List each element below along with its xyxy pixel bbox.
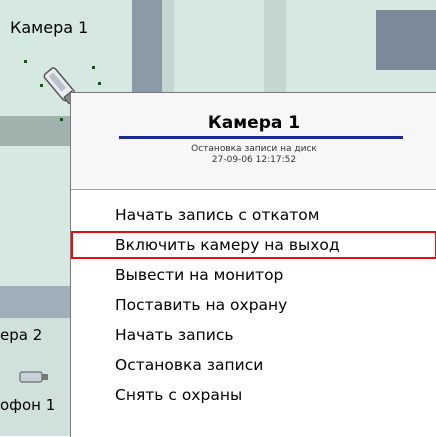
map-dot xyxy=(98,82,101,85)
camera-context-menu[interactable]: Камера 1 Остановка записи на диск 27-09-… xyxy=(70,92,436,437)
title-underline xyxy=(119,136,403,139)
map-block xyxy=(0,286,70,318)
menu-item-start-recording-rollback[interactable]: Начать запись с откатом xyxy=(71,201,436,229)
status-text: Остановка записи на диск xyxy=(191,144,317,154)
camera-status: Остановка записи на диск 27-09-06 12:17:… xyxy=(71,144,436,166)
map-block xyxy=(174,0,264,92)
menu-header: Камера 1 Остановка записи на диск 27-09-… xyxy=(71,93,436,188)
map-dot xyxy=(60,118,63,121)
side-label: ера 2 xyxy=(0,326,43,344)
map-block xyxy=(132,0,162,92)
menu-item-arm[interactable]: Поставить на охрану xyxy=(71,291,436,319)
map-dot xyxy=(92,66,95,69)
menu-separator xyxy=(71,189,436,190)
side-label: офон 1 xyxy=(0,396,56,414)
menu-item-start-recording[interactable]: Начать запись xyxy=(71,321,436,349)
menu-item-show-on-monitor[interactable]: Вывести на монитор xyxy=(71,261,436,289)
map-dot xyxy=(40,84,43,87)
menu-item-enable-camera-output[interactable]: Включить камеру на выход xyxy=(71,231,436,259)
camera-icon[interactable] xyxy=(14,366,54,386)
status-timestamp: 27-09-06 12:17:52 xyxy=(211,155,297,165)
camera-label: Камера 1 xyxy=(10,18,89,37)
map-block xyxy=(264,0,286,92)
menu-item-stop-recording[interactable]: Остановка записи xyxy=(71,351,436,379)
menu-title: Камера 1 xyxy=(207,113,301,133)
map-block xyxy=(286,0,380,92)
map-block xyxy=(376,10,436,70)
map-dot xyxy=(24,60,27,63)
menu-item-disarm[interactable]: Снять с охраны xyxy=(71,381,436,409)
map-block xyxy=(162,0,174,92)
